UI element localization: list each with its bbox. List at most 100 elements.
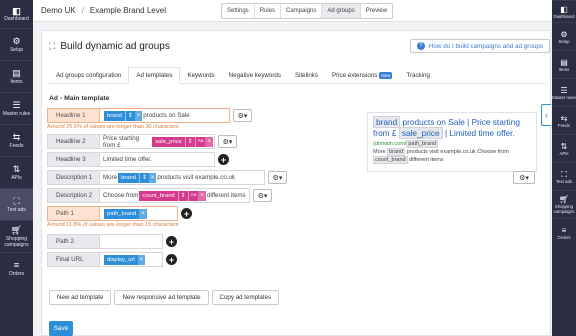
- headline1-text: products on Sale: [143, 112, 190, 119]
- step-settings[interactable]: Settings: [222, 4, 255, 18]
- right-sidebar-item-text-ads[interactable]: ⛶ Text ads: [552, 162, 576, 190]
- step-campaigns[interactable]: Campaigns: [281, 4, 323, 18]
- step-preview[interactable]: Preview: [361, 4, 392, 18]
- sidebar-item-dashboard[interactable]: ◧ Dashboard: [0, 0, 33, 28]
- right-sidebar-label: Orders: [557, 234, 571, 240]
- preview-settings-button[interactable]: ⚙▾: [513, 171, 535, 184]
- add-icon[interactable]: +: [166, 236, 177, 247]
- sidebar-item-shopping-campaigns[interactable]: 🛒︎ Shopping campaigns: [0, 220, 33, 252]
- add-icon[interactable]: +: [166, 254, 177, 265]
- token-brand[interactable]: brand ⇕ ×: [104, 110, 143, 121]
- right-sidebar-label: Items: [558, 66, 570, 72]
- sidebar-item-orders[interactable]: ≡ Orders: [0, 252, 33, 284]
- right-sidebar-label: Dashboard: [553, 13, 575, 19]
- step-rules[interactable]: Rules: [255, 4, 282, 18]
- preview-url: (domain.com/path_brand: [373, 140, 531, 148]
- sidebar-item-label: Shopping campaigns: [4, 236, 29, 248]
- tab-negative-keywords[interactable]: Negative keywords: [222, 67, 288, 83]
- token-sale-price[interactable]: sale_price ⇕ Aa ×: [152, 136, 213, 147]
- sidebar-item-label: Dashboard: [4, 15, 29, 22]
- new-ad-template-button[interactable]: New ad template: [49, 290, 112, 305]
- remove-token-icon[interactable]: ×: [134, 110, 143, 121]
- right-sidebar-item-master-rules[interactable]: ☰ Master rules: [552, 78, 576, 106]
- copy-ad-templates-button[interactable]: Copy ad templates: [211, 290, 280, 305]
- items-icon: ▤: [12, 68, 21, 78]
- token-count-brand[interactable]: count_brand ⇕ Aa ×: [139, 190, 206, 201]
- right-sidebar-item-items[interactable]: ▤ Items: [552, 50, 576, 78]
- tab-ad-groups-configuration[interactable]: Ad groups configuration: [49, 67, 128, 83]
- description1-row: Description 1 More brand ⇕ × products visi…: [47, 170, 287, 185]
- top-bar: Demo UK / Example Brand Level Settings R…: [33, 0, 552, 22]
- headline3-row: Headline 3 Limited time offer. +: [47, 152, 229, 167]
- token-path-brand[interactable]: path_brand ×: [104, 208, 147, 219]
- description2-text-after: different items: [206, 192, 246, 199]
- token-text: sale_price: [155, 138, 182, 145]
- remove-token-icon[interactable]: ×: [139, 208, 147, 219]
- sidebar-item-items[interactable]: ▤ Items: [0, 60, 33, 92]
- path2-field[interactable]: [100, 234, 163, 249]
- final-url-field[interactable]: display_url ×: [100, 252, 163, 267]
- headline2-settings-button[interactable]: ⚙▾: [218, 135, 237, 148]
- main-card: ⛶ Build dynamic ad groups ? How do I bui…: [41, 30, 551, 336]
- panel-collapse-handle[interactable]: ‹: [541, 104, 551, 126]
- add-icon[interactable]: +: [181, 208, 192, 219]
- add-icon[interactable]: +: [218, 154, 229, 165]
- case-toggle[interactable]: Aa: [194, 136, 206, 147]
- right-sidebar-item-apis[interactable]: ⇅ APIs: [552, 134, 576, 162]
- tab-keywords[interactable]: Keywords: [180, 67, 221, 83]
- tab-tracking[interactable]: Tracking: [399, 67, 437, 83]
- path1-field[interactable]: path_brand ×: [100, 206, 178, 221]
- headline3-field[interactable]: Limited time offer.: [100, 152, 215, 167]
- right-sidebar-item-dashboard[interactable]: ◧ Dashboard: [552, 0, 576, 22]
- right-sidebar-item-feeds[interactable]: ⇆ Feeds: [552, 106, 576, 134]
- step-ad-groups[interactable]: Ad groups: [322, 4, 361, 18]
- sidebar-item-setup[interactable]: ⚙ Setup: [0, 28, 33, 60]
- right-sidebar-item-orders[interactable]: ≡ Orders: [552, 218, 576, 246]
- remove-token-icon[interactable]: ×: [148, 172, 157, 183]
- left-sidebar: ◧ Dashboard ⚙ Setup ▤ Items ☰ Master rules …: [0, 0, 33, 336]
- help-button[interactable]: ? How do I build campaigns and ad groups: [409, 39, 550, 53]
- sidebar-item-text-ads[interactable]: ⛶ Text ads: [0, 188, 33, 220]
- change-icon[interactable]: ⇕: [124, 110, 135, 121]
- right-sidebar-item-shopping-campaigns[interactable]: 🛒︎ Shopping campaigns: [552, 190, 576, 218]
- apis-icon: ⇅: [12, 164, 21, 174]
- expand-icon[interactable]: ⛶: [49, 41, 55, 52]
- campaign-name[interactable]: Example Brand Level: [90, 6, 166, 15]
- preview-title: brand products on Sale | Price starting …: [373, 116, 531, 139]
- tab-price-extensions[interactable]: Price extensions New: [325, 67, 399, 83]
- remove-token-icon[interactable]: ×: [137, 254, 146, 265]
- description1-field[interactable]: More brand ⇕ × products visit example.co.u…: [100, 170, 265, 185]
- account-name[interactable]: Demo UK: [41, 6, 76, 15]
- page-title: ⛶ Build dynamic ad groups: [49, 41, 170, 52]
- sidebar-item-apis[interactable]: ⇅ APIs: [0, 156, 33, 188]
- tab-ad-templates[interactable]: Ad templates: [128, 67, 181, 84]
- description2-field[interactable]: Choose from count_brand ⇕ Aa × different it…: [100, 188, 250, 203]
- description2-settings-button[interactable]: ⚙▾: [253, 189, 272, 202]
- description1-settings-button[interactable]: ⚙▾: [268, 171, 287, 184]
- sidebar-item-master-rules[interactable]: ☰ Master rules: [0, 92, 33, 124]
- case-toggle[interactable]: Aa: [187, 190, 199, 201]
- change-icon[interactable]: ⇕: [177, 190, 188, 201]
- master-rules-icon: ☰: [560, 85, 568, 95]
- headline1-field[interactable]: brand ⇕ × products on Sale: [100, 108, 230, 123]
- token-brand[interactable]: brand ⇕ ×: [118, 172, 157, 183]
- change-icon[interactable]: ⇕: [138, 172, 149, 183]
- right-sidebar-item-setup[interactable]: ⚙ Setup: [552, 22, 576, 50]
- description2-row: Description 2 Choose from count_brand ⇕ Aa…: [47, 188, 272, 203]
- sidebar-item-label: Items: [10, 79, 23, 85]
- tab-sitelinks[interactable]: Sitelinks: [288, 67, 325, 83]
- headline2-field[interactable]: Price starting from £ sale_price ⇕ Aa ×: [100, 134, 215, 149]
- new-responsive-ad-template-button[interactable]: New responsive ad template: [114, 290, 209, 305]
- remove-token-icon[interactable]: ×: [198, 190, 206, 201]
- headline1-warning: Around 25.5% of values are longer than 3…: [47, 124, 179, 130]
- token-display-url[interactable]: display_url ×: [104, 254, 146, 265]
- orders-icon: ≡: [561, 225, 567, 235]
- save-button[interactable]: Save: [49, 321, 73, 336]
- help-button-label: How do I build campaigns and ad groups: [428, 42, 543, 50]
- sidebar-item-feeds[interactable]: ⇆ Feeds: [0, 124, 33, 156]
- sidebar-item-label: Text ads: [7, 207, 26, 213]
- path1-warning: Around 11.8% of values are longer than 1…: [47, 222, 179, 228]
- remove-token-icon[interactable]: ×: [205, 136, 213, 147]
- headline1-settings-button[interactable]: ⚙▾: [233, 109, 252, 122]
- change-icon[interactable]: ⇕: [184, 136, 195, 147]
